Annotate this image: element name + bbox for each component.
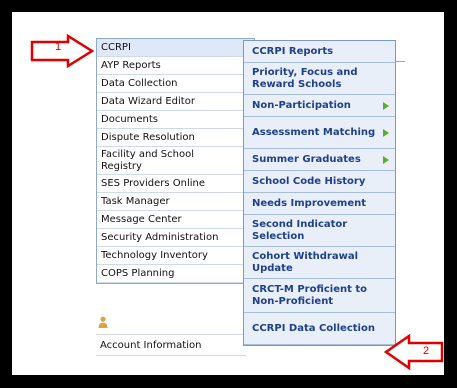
submenu-arrow-icon xyxy=(383,101,389,110)
menu-item-dispute-resolution[interactable]: Dispute Resolution xyxy=(97,129,254,147)
callout-arrow-1 xyxy=(30,34,94,68)
menu-item-task-manager[interactable]: Task Manager xyxy=(97,193,254,211)
menu-item-cops-planning[interactable]: COPS Planning xyxy=(97,265,254,283)
submenu-item-second-indicator-selection[interactable]: Second Indicator Selection xyxy=(244,215,395,247)
submenu-item-summer-graduates[interactable]: Summer Graduates xyxy=(244,149,395,171)
submenu-item-priority-focus-reward[interactable]: Priority, Focus and Reward Schools xyxy=(244,63,395,95)
submenu-item-label: CCRPI Reports xyxy=(252,45,334,57)
main-menu: CCRPI AYP Reports Data Collection Data W… xyxy=(96,38,255,284)
submenu-arrow-icon xyxy=(383,128,389,137)
submenu-item-school-code-history[interactable]: School Code History xyxy=(244,171,395,193)
menu-item-label: Message Center xyxy=(101,214,182,225)
menu-item-security-administration[interactable]: Security Administration xyxy=(97,229,254,247)
submenu-item-label: Assessment Matching xyxy=(252,126,376,138)
menu-item-label: CCRPI xyxy=(101,42,131,53)
submenu-item-crct-m-proficient[interactable]: CRCT-M Proficient to Non-Proficient xyxy=(244,279,395,313)
submenu-item-cohort-withdrawal-update[interactable]: Cohort Withdrawal Update xyxy=(244,247,395,279)
menu-item-ccrpi[interactable]: CCRPI xyxy=(97,39,254,57)
account-information-link[interactable]: Account Information xyxy=(96,334,246,356)
submenu-item-label: CCRPI Data Collection xyxy=(252,322,375,334)
menu-item-label: Security Administration xyxy=(101,232,219,243)
submenu-item-ccrpi-data-collection[interactable]: CCRPI Data Collection xyxy=(244,313,395,345)
menu-item-label: SES Providers Online xyxy=(101,178,206,189)
callout-number-1: 1 xyxy=(55,41,62,53)
menu-item-label: Task Manager xyxy=(101,196,170,207)
submenu-item-label: Non-Participation xyxy=(252,99,351,111)
menu-item-label: Dispute Resolution xyxy=(101,132,195,143)
submenu-item-assessment-matching[interactable]: Assessment Matching xyxy=(244,117,395,149)
submenu-item-label: Priority, Focus and Reward Schools xyxy=(252,66,358,90)
menu-item-label: Documents xyxy=(101,114,159,125)
menu-item-label: COPS Planning xyxy=(101,268,175,279)
callout-number-2: 2 xyxy=(423,345,430,357)
menu-item-ses-providers-online[interactable]: SES Providers Online xyxy=(97,175,254,193)
menu-item-label: Data Wizard Editor xyxy=(101,96,195,107)
submenu-item-ccrpi-reports[interactable]: CCRPI Reports xyxy=(244,41,395,63)
menu-item-facility-school-registry[interactable]: Facility and School Registry xyxy=(97,147,254,175)
menu-item-documents[interactable]: Documents xyxy=(97,111,254,129)
callout-arrow-2 xyxy=(384,334,444,370)
menu-item-ayp-reports[interactable]: AYP Reports xyxy=(97,57,254,75)
submenu-item-label: Second Indicator Selection xyxy=(252,218,348,242)
submenu-arrow-icon xyxy=(383,155,389,164)
submenu-item-label: Summer Graduates xyxy=(252,153,361,165)
submenu-item-label: Needs Improvement xyxy=(252,197,367,209)
submenu-item-label: CRCT-M Proficient to Non-Proficient xyxy=(252,283,368,307)
menu-item-label: Data Collection xyxy=(101,78,178,89)
submenu-item-label: School Code History xyxy=(252,175,366,187)
menu-item-data-collection[interactable]: Data Collection xyxy=(97,75,254,93)
menu-item-data-wizard-editor[interactable]: Data Wizard Editor xyxy=(97,93,254,111)
user-icon xyxy=(98,316,108,328)
submenu-item-non-participation[interactable]: Non-Participation xyxy=(244,95,395,117)
menu-item-label: Technology Inventory xyxy=(101,250,208,261)
menu-item-message-center[interactable]: Message Center xyxy=(97,211,254,229)
submenu-item-label: Cohort Withdrawal Update xyxy=(252,250,359,274)
ccrpi-submenu: CCRPI Reports Priority, Focus and Reward… xyxy=(243,40,396,346)
screenshot-canvas: CCRPI AYP Reports Data Collection Data W… xyxy=(12,12,444,375)
submenu-item-needs-improvement[interactable]: Needs Improvement xyxy=(244,193,395,215)
menu-item-label: Facility and School Registry xyxy=(101,149,195,172)
menu-item-technology-inventory[interactable]: Technology Inventory xyxy=(97,247,254,265)
menu-item-label: AYP Reports xyxy=(101,60,161,71)
